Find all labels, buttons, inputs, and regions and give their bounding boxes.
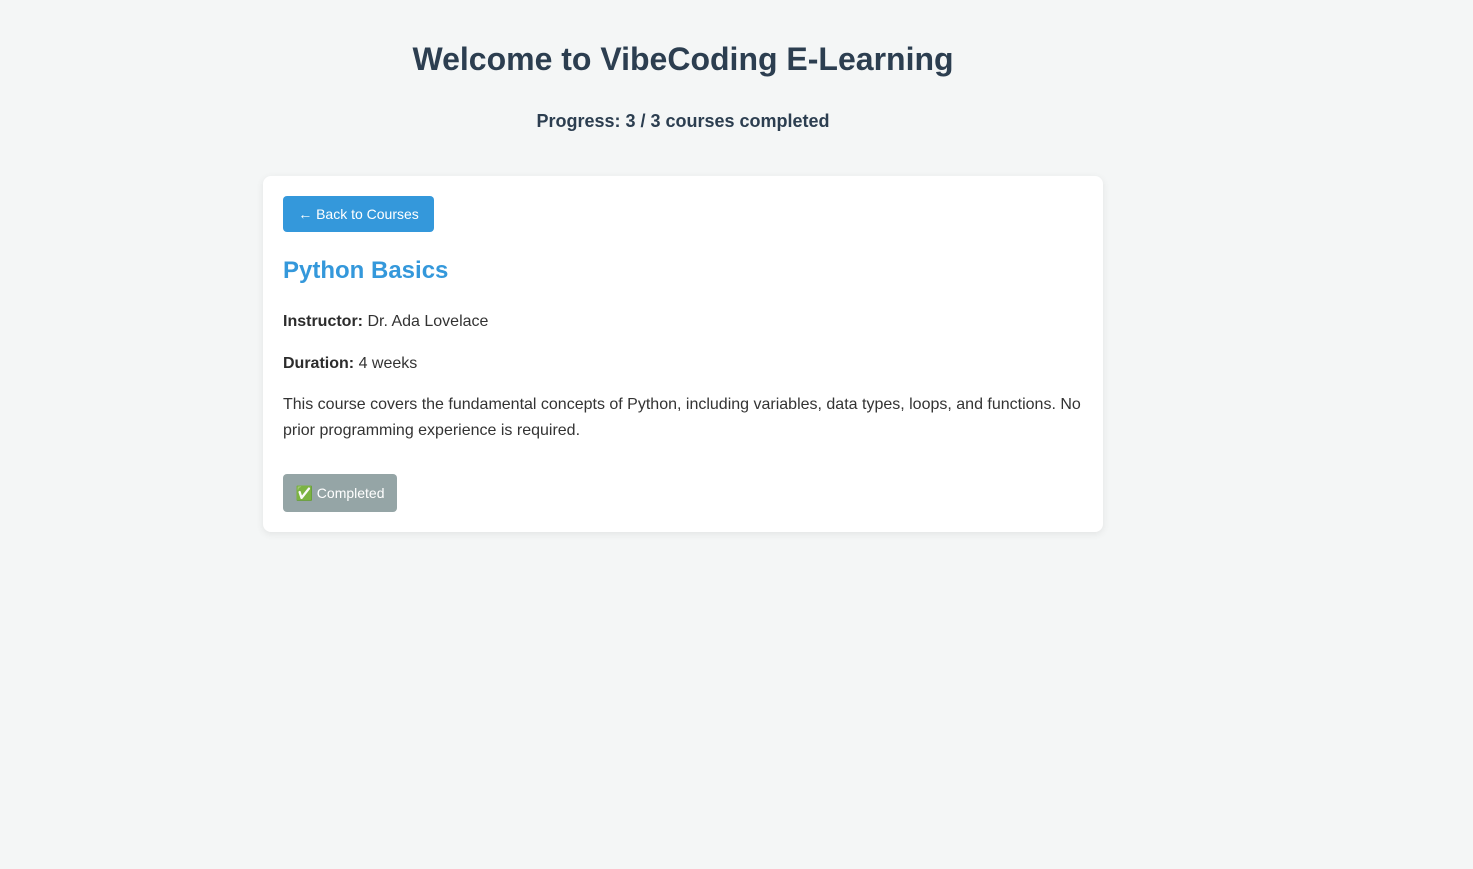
course-description: This course covers the fundamental conce…	[283, 396, 1081, 439]
duration-label: Duration:	[283, 355, 355, 372]
course-title: Python Basics	[283, 257, 449, 284]
back-to-courses-button[interactable]: ← Back to Courses	[283, 196, 434, 232]
progress-text: Progress: 3 / 3 courses completed	[536, 111, 830, 131]
completed-status-button[interactable]: ✅ Completed	[283, 474, 397, 512]
instructor-label: Instructor:	[283, 313, 363, 330]
duration-line: Duration: 4 weeks	[283, 354, 417, 374]
instructor-name: Dr. Ada Lovelace	[367, 313, 489, 330]
page-title: Welcome to VibeCoding E-Learning	[412, 41, 954, 77]
course-detail-card: ← Back to Courses Python Basics Instruct…	[263, 176, 1103, 532]
instructor-line: Instructor: Dr. Ada Lovelace	[283, 312, 488, 332]
duration-value: 4 weeks	[358, 355, 418, 372]
